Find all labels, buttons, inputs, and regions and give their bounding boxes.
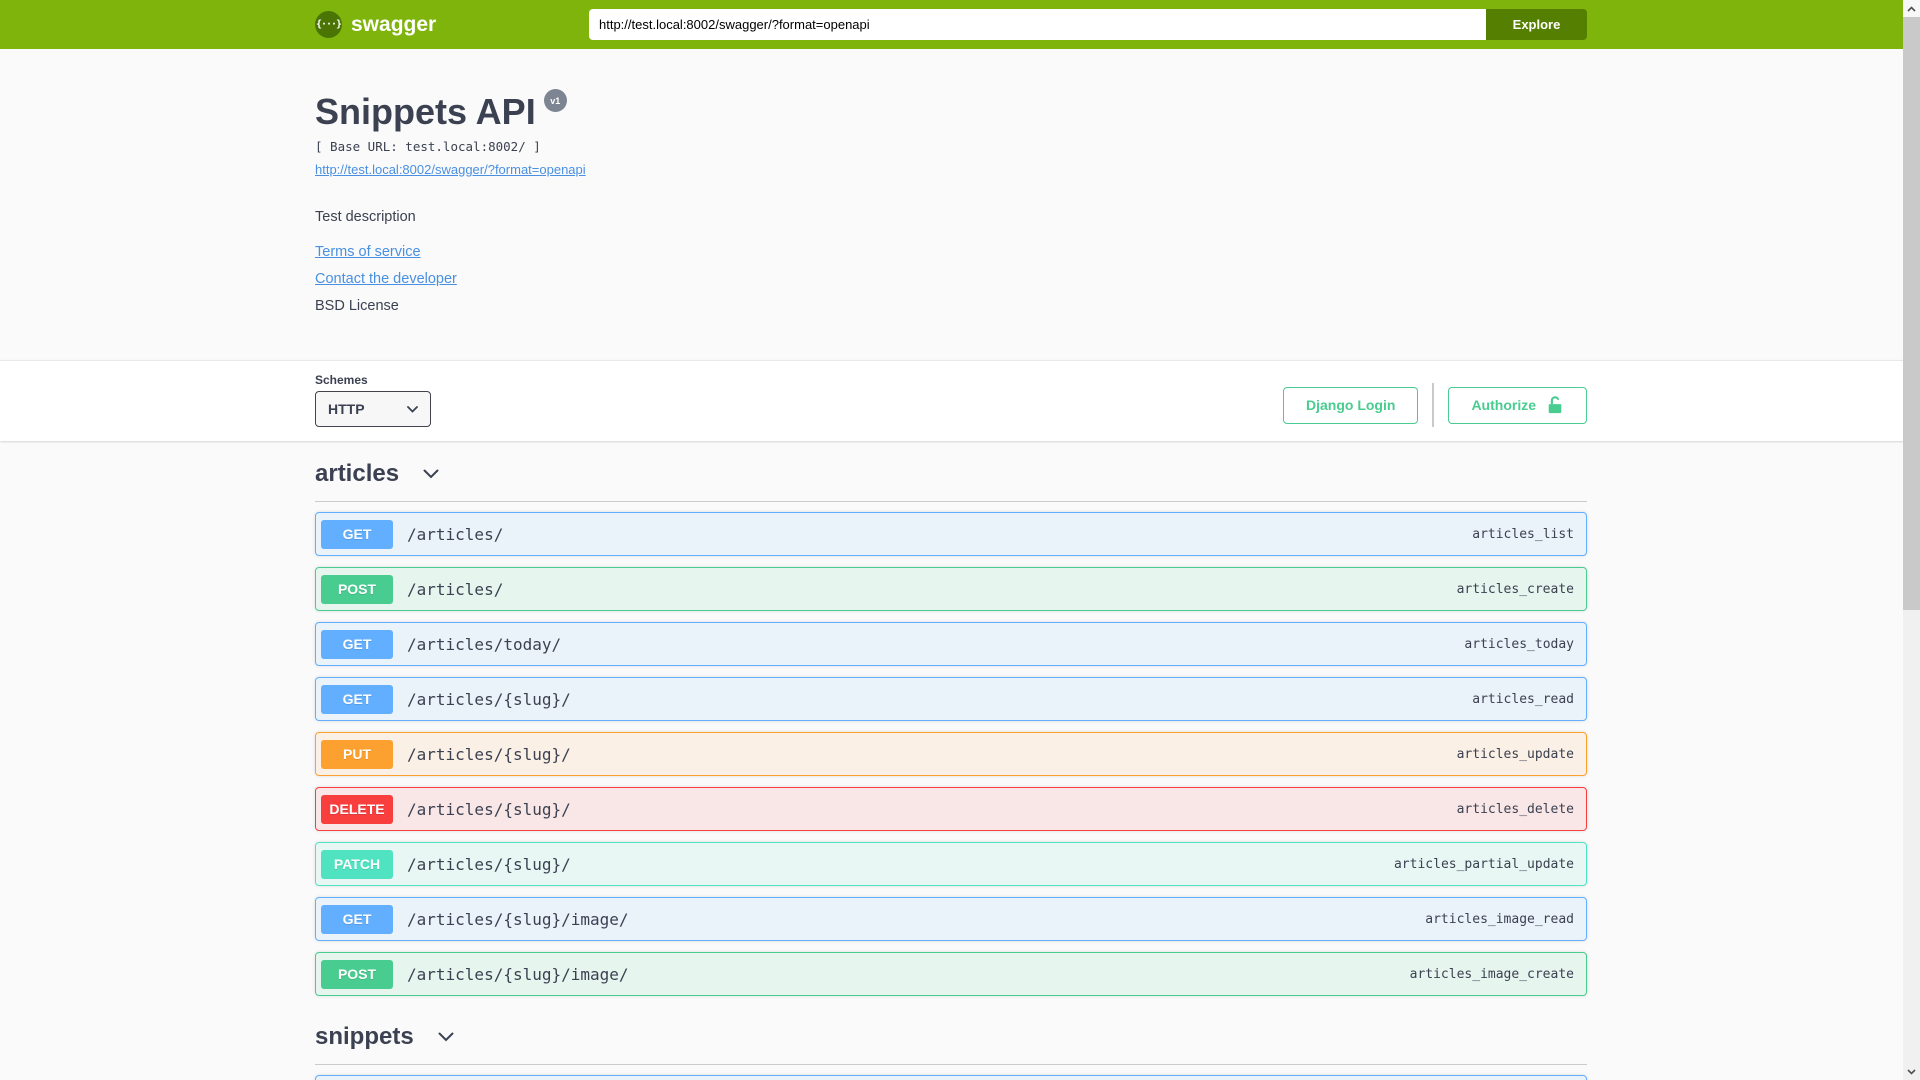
chevron-down-icon — [438, 1032, 454, 1042]
operation-row[interactable]: GET /articles/{slug}/ articles_read — [315, 677, 1587, 721]
operation-id: articles_create — [1456, 581, 1574, 597]
operation-id: articles_read — [1472, 691, 1574, 707]
page-title: Snippets API v1 — [315, 89, 1587, 131]
operation-path: /articles/{slug}/ — [407, 854, 571, 874]
operation-id: articles_list — [1472, 526, 1574, 542]
swagger-braces-icon: {···} — [315, 11, 342, 38]
operation-id: articles_today — [1464, 636, 1574, 652]
http-method-badge: GET — [321, 519, 393, 549]
operation-path: /articles/{slug}/ — [407, 744, 571, 764]
section-operations: GET /articles/ articles_list POST /artic… — [315, 502, 1587, 996]
vertical-scrollbar[interactable] — [1903, 0, 1920, 1080]
api-info-section: Snippets API v1 [ Base URL: test.local:80… — [0, 49, 1920, 360]
operation-row[interactable]: PATCH /articles/{slug}/ articles_partial… — [315, 842, 1587, 886]
operation-path: /articles/{slug}/ — [407, 689, 571, 709]
schemes-label: Schemes — [315, 373, 368, 387]
chevron-down-icon — [407, 405, 418, 413]
scrollbar-thumb[interactable] — [1903, 17, 1920, 610]
auth-divider — [1432, 383, 1435, 427]
operation-path: /articles/ — [407, 579, 504, 599]
operation-row[interactable]: PUT /articles/{slug}/ articles_update — [315, 732, 1587, 776]
scroll-up-button[interactable] — [1903, 0, 1920, 17]
section-operations: GET /snippets/ snippets_list — [315, 1065, 1587, 1080]
operation-path: /articles/today/ — [407, 634, 562, 654]
http-method-badge: PATCH — [321, 849, 393, 879]
spec-url-input[interactable] — [589, 9, 1486, 40]
operation-path: /articles/{slug}/image/ — [407, 964, 629, 984]
base-url: [ Base URL: test.local:8002/ ] — [315, 139, 541, 154]
operation-path: /articles/{slug}/ — [407, 799, 571, 819]
auth-wrapper: Django Login Authorize — [1283, 383, 1587, 427]
tag-name: snippets — [315, 1023, 414, 1050]
contact-developer-link[interactable]: Contact the developer — [315, 271, 457, 287]
brand-title: swagger — [351, 12, 437, 36]
terms-of-service-link[interactable]: Terms of service — [315, 244, 421, 260]
api-tag-section: articles GET /articles/ articles_list PO… — [315, 459, 1587, 996]
tag-name: articles — [315, 460, 400, 487]
schemes-selected-value: HTTP — [328, 401, 365, 417]
scheme-container: Schemes HTTP Django Login Authorize — [0, 360, 1920, 441]
operation-row[interactable]: POST /articles/{slug}/image/ articles_im… — [315, 952, 1587, 996]
operation-row[interactable]: DELETE /articles/{slug}/ articles_delete — [315, 787, 1587, 831]
topbar: {···} swagger Explore — [0, 0, 1920, 49]
http-method-badge: POST — [321, 959, 393, 989]
operation-path: /articles/{slug}/image/ — [407, 909, 629, 929]
version-badge: v1 — [543, 89, 567, 112]
operation-id: articles_image_read — [1425, 911, 1574, 927]
tag-header[interactable]: snippets — [315, 1022, 1587, 1065]
operation-row[interactable]: POST /articles/ articles_create — [315, 567, 1587, 611]
spec-link[interactable]: http://test.local:8002/swagger/?format=o… — [315, 162, 586, 177]
operations-list: articles GET /articles/ articles_list PO… — [315, 441, 1587, 1080]
operation-id: articles_update — [1456, 746, 1574, 762]
swagger-logo[interactable]: {···} swagger — [315, 11, 436, 38]
http-method-badge: GET — [321, 904, 393, 934]
http-method-badge: GET — [321, 684, 393, 714]
api-tag-section: snippets GET /snippets/ snippets_list — [315, 1022, 1587, 1080]
operation-row[interactable]: GET /snippets/ snippets_list — [315, 1075, 1587, 1080]
scroll-down-button[interactable] — [1903, 1063, 1920, 1080]
chevron-down-icon — [423, 469, 439, 479]
http-method-badge: DELETE — [321, 794, 393, 824]
chevron-up-icon — [1907, 5, 1916, 12]
django-login-button[interactable]: Django Login — [1283, 386, 1419, 424]
operation-row[interactable]: GET /articles/{slug}/image/ articles_ima… — [315, 897, 1587, 941]
operation-row[interactable]: GET /articles/ articles_list — [315, 512, 1587, 556]
operation-id: articles_delete — [1456, 801, 1574, 817]
schemes-group: Schemes HTTP — [315, 373, 431, 427]
http-method-badge: POST — [321, 574, 393, 604]
authorize-label: Authorize — [1471, 397, 1536, 413]
spec-url-bar: Explore — [589, 9, 1587, 40]
operation-id: articles_partial_update — [1393, 856, 1574, 872]
explore-button[interactable]: Explore — [1486, 9, 1587, 40]
api-description: Test description — [315, 209, 416, 225]
license-text: BSD License — [315, 298, 399, 314]
operation-row[interactable]: GET /articles/today/ articles_today — [315, 622, 1587, 666]
schemes-select[interactable]: HTTP — [315, 391, 431, 427]
operation-id: articles_image_create — [1409, 966, 1574, 982]
authorize-button[interactable]: Authorize — [1448, 386, 1587, 424]
operation-path: /articles/ — [407, 524, 504, 544]
http-method-badge: PUT — [321, 739, 393, 769]
chevron-down-icon — [1907, 1068, 1916, 1075]
tag-header[interactable]: articles — [315, 459, 1587, 502]
http-method-badge: GET — [321, 629, 393, 659]
unlocked-padlock-icon — [1548, 396, 1562, 414]
